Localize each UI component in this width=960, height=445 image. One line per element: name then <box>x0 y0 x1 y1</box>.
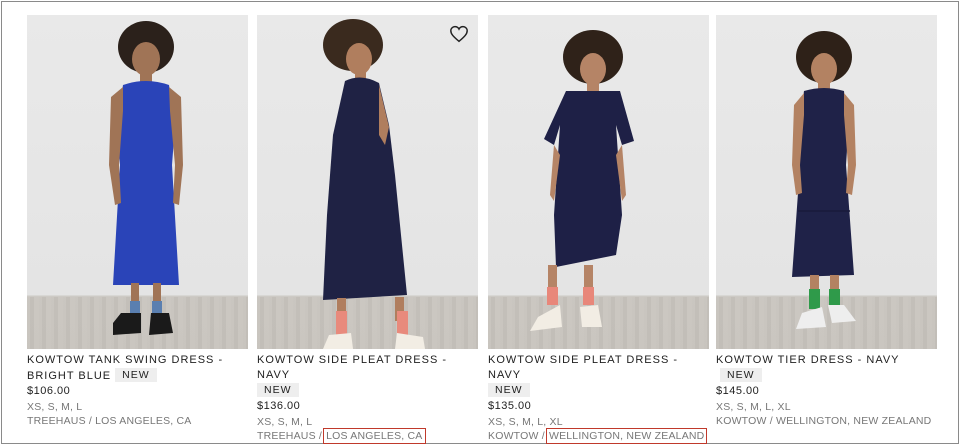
seller-line: KOWTOW / WELLINGTON, NEW ZEALAND <box>716 414 937 428</box>
new-badge: NEW <box>115 368 157 382</box>
seller-line: TREEHAUS / LOS ANGELES, CA <box>27 414 248 428</box>
store-location: LOS ANGELES, CA <box>95 415 192 427</box>
product-image[interactable] <box>488 15 709 349</box>
product-sizes: XS, S, M, L <box>257 416 313 428</box>
separator: / <box>538 430 548 442</box>
store-location-highlighted: WELLINGTON, NEW ZEALAND <box>545 428 708 444</box>
separator: / <box>766 415 776 427</box>
model-figure <box>109 21 183 335</box>
product-title-text[interactable]: KOWTOW SIDE PLEAT DRESS - NAVY <box>257 354 447 381</box>
product-image[interactable] <box>257 15 478 349</box>
heart-outline-icon[interactable] <box>449 25 469 43</box>
seller-line: KOWTOW / WELLINGTON, NEW ZEALAND <box>488 428 709 444</box>
product-price: $136.00 <box>257 400 301 412</box>
product-price: $135.00 <box>488 400 532 412</box>
product-title[interactable]: KOWTOW SIDE PLEAT DRESS - NAVY <box>257 353 478 383</box>
store-location: WELLINGTON, NEW ZEALAND <box>775 415 932 427</box>
product-title[interactable]: KOWTOW TIER DRESS - NAVY NEW <box>716 353 937 384</box>
model-figure <box>323 19 425 349</box>
separator: / <box>315 430 326 442</box>
product-card-tier-dress[interactable]: KOWTOW TIER DRESS - NAVY NEW $145.00 XS, … <box>716 15 937 428</box>
product-title[interactable]: KOWTOW TANK SWING DRESS - BRIGHT BLUE NEW <box>27 353 248 384</box>
store-name[interactable]: TREEHAUS <box>27 415 86 427</box>
wishlist-button[interactable] <box>448 23 470 45</box>
product-title-text[interactable]: KOWTOW SIDE PLEAT DRESS - NAVY <box>488 354 678 381</box>
badge-row: NEW <box>257 383 478 399</box>
model-figure <box>530 30 634 331</box>
product-grid: KOWTOW TANK SWING DRESS - BRIGHT BLUE NEW… <box>1 1 959 444</box>
badge-row: NEW <box>488 383 709 399</box>
product-card-tank-swing-dress[interactable]: KOWTOW TANK SWING DRESS - BRIGHT BLUE NEW… <box>27 15 248 428</box>
store-location-highlighted: LOS ANGELES, CA <box>323 428 426 444</box>
product-sizes: XS, S, M, L, XL <box>488 416 563 428</box>
product-title-text[interactable]: KOWTOW TIER DRESS - NAVY <box>716 354 900 366</box>
store-name[interactable]: KOWTOW <box>488 430 539 442</box>
product-price: $106.00 <box>27 385 71 397</box>
model-figure <box>792 31 856 329</box>
store-name[interactable]: TREEHAUS <box>257 430 316 442</box>
product-image[interactable] <box>716 15 937 349</box>
store-name[interactable]: KOWTOW <box>716 415 767 427</box>
product-sizes: XS, S, M, L, XL <box>716 401 791 413</box>
new-badge: NEW <box>488 383 530 397</box>
new-badge: NEW <box>720 368 762 382</box>
seller-line: TREEHAUS / LOS ANGELES, CA <box>257 428 478 444</box>
product-card-side-pleat-dress-nz[interactable]: KOWTOW SIDE PLEAT DRESS - NAVY NEW $135.… <box>488 15 709 444</box>
new-badge: NEW <box>257 383 299 397</box>
product-title[interactable]: KOWTOW SIDE PLEAT DRESS - NAVY <box>488 353 709 383</box>
separator: / <box>85 415 96 427</box>
product-image[interactable] <box>27 15 248 349</box>
product-sizes: XS, S, M, L <box>27 401 83 413</box>
product-price: $145.00 <box>716 385 760 397</box>
product-card-side-pleat-dress-la[interactable]: KOWTOW SIDE PLEAT DRESS - NAVY NEW $136.… <box>257 15 478 444</box>
